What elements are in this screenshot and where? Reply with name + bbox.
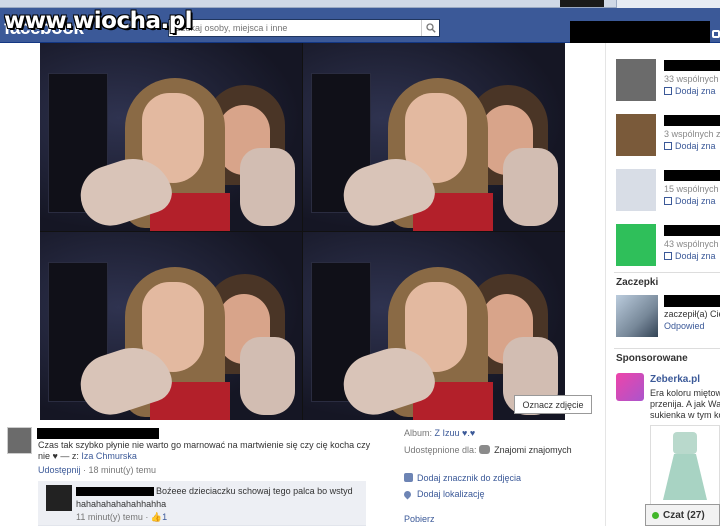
- ad-title-link[interactable]: Zeberka.pl: [650, 374, 700, 385]
- post-meta: Udostępnij · 18 minut(y) temu: [38, 465, 156, 475]
- search-icon: [425, 23, 436, 33]
- search-button[interactable]: [421, 20, 439, 36]
- add-friend-icon: [664, 142, 672, 150]
- poke-text: zaczepił(a) Cię: [664, 309, 720, 319]
- photo-caption: Czas tak szybko płynie nie warto go marn…: [38, 440, 378, 462]
- friend-suggestion: 15 wspólnych Dodaj zna: [606, 161, 720, 217]
- download-link[interactable]: Pobierz: [404, 514, 435, 524]
- friend-suggestion: 33 wspólnych Dodaj zna: [606, 51, 720, 107]
- suggestion-mutual[interactable]: 15 wspólnych: [664, 184, 719, 194]
- suggestion-mutual[interactable]: 3 wspólnych zn: [664, 129, 720, 139]
- share-link[interactable]: Udostępnij: [38, 465, 81, 475]
- photo-tile: [40, 232, 302, 420]
- right-sidebar: 33 wspólnych Dodaj zna 3 wspólnych zn Do…: [605, 43, 720, 526]
- suggestion-name-redaction: [664, 170, 720, 181]
- section-divider: [614, 272, 720, 273]
- friend-suggestion: 3 wspólnych zn Dodaj zna: [606, 106, 720, 162]
- suggestion-avatar[interactable]: [616, 169, 656, 211]
- chat-label: Czat (27): [663, 509, 705, 521]
- comment-text-line2: hahahahahahahhahha: [76, 499, 167, 509]
- tag-icon: [404, 473, 413, 482]
- suggestion-name-redaction: [664, 225, 720, 236]
- suggestion-avatar[interactable]: [616, 59, 656, 101]
- section-divider: [614, 348, 720, 349]
- suggestion-avatar[interactable]: [616, 114, 656, 156]
- privacy-row: Udostępnione dla: Znajomi znajomych: [404, 445, 572, 455]
- add-friend-button[interactable]: Dodaj zna: [664, 141, 716, 151]
- search-box[interactable]: [168, 19, 440, 37]
- photo-tile: [40, 43, 302, 231]
- add-tag-row[interactable]: Dodaj znacznik do zdjęcia: [404, 473, 521, 483]
- suggestion-name-redaction: [664, 115, 720, 126]
- add-tag-link[interactable]: Dodaj znacznik do zdjęcia: [417, 473, 521, 483]
- add-friend-label: Dodaj zna: [675, 141, 716, 151]
- owner-avatar[interactable]: [7, 427, 32, 454]
- privacy-value[interactable]: Znajomi znajomych: [494, 445, 572, 455]
- ad-text-line: sukienka w tym ko: [650, 410, 720, 420]
- location-pin-icon: [402, 489, 413, 500]
- suggestion-mutual[interactable]: 43 wspólnych: [664, 239, 719, 249]
- commenter-name-redaction: [76, 487, 154, 496]
- tagged-person-link[interactable]: Iza Chmurska: [81, 451, 137, 461]
- ad-text-line: przenija. A jak Wa: [650, 399, 720, 409]
- album-label: Album:: [404, 428, 433, 438]
- owner-name-redaction: [37, 428, 159, 439]
- suggestion-avatar[interactable]: [616, 224, 656, 266]
- like-icon[interactable]: 👍: [151, 512, 162, 522]
- chat-button[interactable]: Czat (27): [645, 504, 720, 526]
- photo-tile: [303, 232, 565, 420]
- friends-of-friends-icon: [479, 445, 491, 454]
- search-input[interactable]: [169, 20, 409, 36]
- browser-toolbar: [0, 0, 720, 8]
- photo-tile: [303, 43, 565, 231]
- settings-icon[interactable]: [712, 30, 720, 38]
- add-friend-icon: [664, 252, 672, 260]
- poke-reply-link[interactable]: Odpowied: [664, 321, 705, 331]
- add-friend-label: Dodaj zna: [675, 196, 716, 206]
- tag-photo-button[interactable]: Oznacz zdjęcie: [514, 395, 592, 414]
- comment-meta: 11 minut(y) temu · 👍1: [76, 512, 167, 523]
- browser-redaction: [560, 0, 604, 7]
- poke-avatar[interactable]: [616, 295, 658, 337]
- poke-name-redaction: [664, 295, 720, 307]
- add-location-link[interactable]: Dodaj lokalizację: [417, 489, 485, 499]
- ad-image[interactable]: [650, 425, 720, 509]
- add-friend-label: Dodaj zna: [675, 86, 716, 96]
- ad-text-line: Era koloru miętowe: [650, 388, 720, 398]
- ad-text: Era koloru miętowe przenija. A jak Wa su…: [650, 388, 720, 421]
- download-row[interactable]: Pobierz: [404, 514, 435, 524]
- add-location-row[interactable]: Dodaj lokalizację: [402, 489, 485, 500]
- friend-suggestion: 43 wspólnych Dodaj zna: [606, 216, 720, 272]
- add-friend-label: Dodaj zna: [675, 251, 716, 261]
- post-time: · 18 minut(y) temu: [80, 465, 157, 475]
- ad-logo[interactable]: [616, 373, 644, 401]
- comment-item: Boźeee dzieciaczku schowaj tego palca bo…: [38, 481, 366, 526]
- add-friend-icon: [664, 197, 672, 205]
- add-friend-icon: [664, 87, 672, 95]
- commenter-avatar[interactable]: [46, 485, 72, 511]
- add-friend-button[interactable]: Dodaj zna: [664, 86, 716, 96]
- album-row: Album: Z Izuu ♥.♥: [404, 428, 475, 438]
- comment-like-count[interactable]: 1: [162, 512, 167, 522]
- comment-time: 11 minut(y) temu ·: [76, 512, 151, 522]
- shared-label: Udostępnione dla:: [404, 445, 477, 455]
- suggestion-name-redaction: [664, 60, 720, 71]
- photo-viewer: [0, 43, 605, 423]
- online-status-icon: [652, 511, 659, 519]
- add-friend-button[interactable]: Dodaj zna: [664, 196, 716, 206]
- suggestion-mutual[interactable]: 33 wspólnych: [664, 74, 719, 84]
- photo-image[interactable]: [40, 43, 565, 420]
- profile-redaction: [570, 21, 710, 43]
- album-link[interactable]: Z Izuu ♥.♥: [435, 428, 476, 438]
- comment-text-line1: Boźeee dzieciaczku schowaj tego palca bo…: [156, 486, 353, 496]
- watermark-text: www.wiocha.pl: [4, 8, 193, 34]
- add-friend-button[interactable]: Dodaj zna: [664, 251, 716, 261]
- pokes-title: Zaczepki: [616, 277, 659, 288]
- sponsored-title: Sponsorowane: [616, 353, 688, 364]
- browser-tab[interactable]: [616, 0, 720, 8]
